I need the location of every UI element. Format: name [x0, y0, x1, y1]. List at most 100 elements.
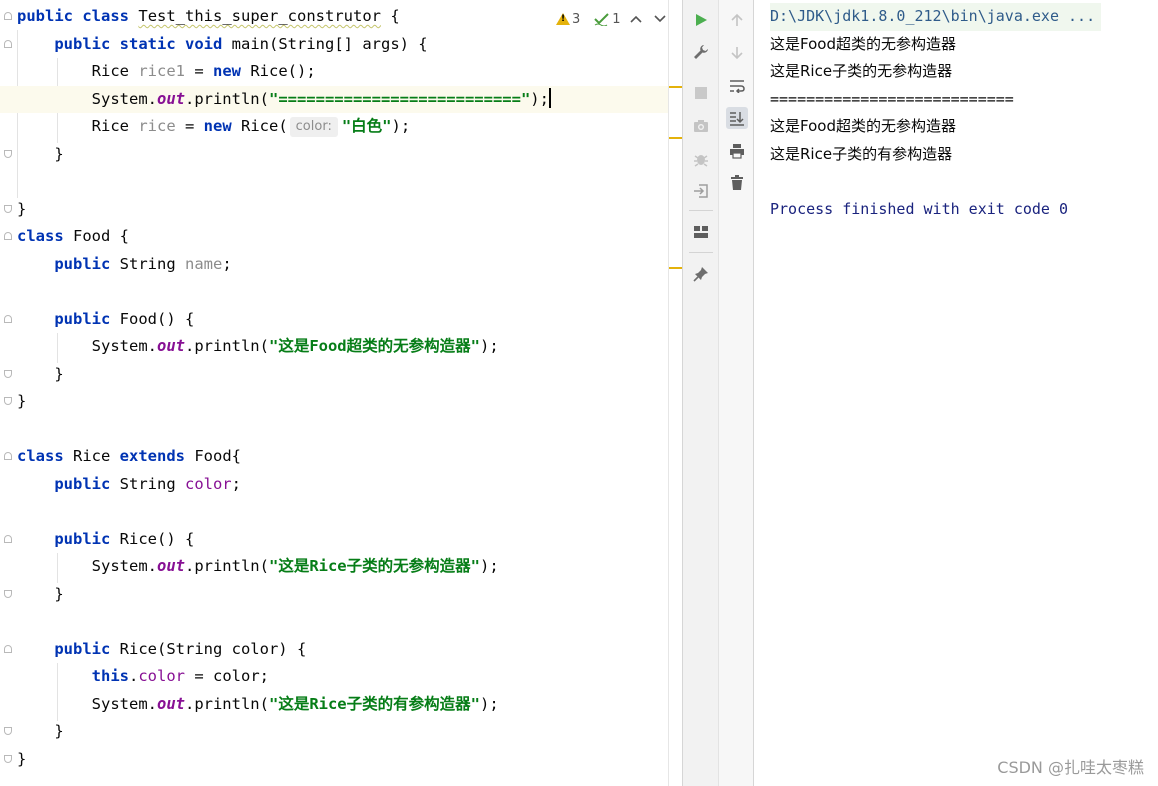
exit-button[interactable]	[690, 180, 712, 202]
code-line[interactable]: public static void main(String[] args) {	[0, 31, 668, 59]
process-finished-line: Process finished with exit code 0	[770, 199, 1069, 218]
next-occurrence-button[interactable]	[726, 42, 748, 64]
warning-marker[interactable]	[669, 267, 683, 269]
clear-all-button[interactable]	[726, 172, 748, 194]
layout-icon	[694, 226, 708, 238]
code-text: }	[17, 392, 27, 410]
code-text: }	[54, 144, 64, 163]
console-line: 这是Food超类的无参构造器	[770, 117, 956, 135]
unused-field: name	[184, 254, 223, 273]
code-line[interactable]: public String color;	[0, 471, 668, 499]
code-line[interactable]: class Food {	[0, 223, 668, 251]
restore-layout-button[interactable]	[690, 148, 712, 170]
code-text: Rice(	[231, 117, 288, 135]
keyword: public	[54, 639, 111, 658]
current-code-line[interactable]: System.out.println("====================…	[0, 85, 668, 113]
toolbar-separator	[689, 252, 713, 253]
next-highlight-button[interactable]	[651, 11, 668, 27]
run-icon	[696, 14, 707, 26]
code-line[interactable]: System.out.println("这是Food超类的无参构造器");	[0, 333, 668, 361]
code-line[interactable]: }	[0, 581, 668, 609]
code-line[interactable]: }	[0, 196, 668, 224]
code-line[interactable]: }	[0, 361, 668, 389]
code-text: Rice	[91, 62, 139, 80]
error-stripe[interactable]	[668, 0, 683, 786]
keyword: public	[54, 254, 111, 273]
console-output[interactable]: D:\JDK\jdk1.8.0_212\bin\java.exe ... 这是F…	[754, 0, 1158, 786]
arrow-up-icon	[731, 13, 743, 26]
warning-marker[interactable]	[669, 86, 683, 88]
code-line[interactable]: Rice rice1 = new Rice();	[0, 58, 668, 86]
console-toolbar	[718, 0, 754, 786]
layout-button[interactable]	[690, 221, 712, 243]
code-line[interactable]: System.out.println("这是Rice子类的有参构造器");	[0, 691, 668, 719]
code-text: System.	[91, 337, 157, 355]
code-text: System.	[91, 694, 157, 713]
code-line[interactable]: public Rice() {	[0, 526, 668, 554]
code-text: Food{	[185, 447, 241, 465]
inspection-widget[interactable]: 3 1	[556, 8, 668, 30]
code-line[interactable]: }	[0, 141, 668, 169]
debug-icon	[694, 155, 708, 167]
pin-icon	[693, 267, 708, 282]
arrow-down-icon	[731, 47, 743, 60]
code-text: Rice	[91, 117, 139, 135]
code-line[interactable]: }	[0, 388, 668, 416]
warnings-count: 3	[572, 11, 581, 27]
console-command-line[interactable]: D:\JDK\jdk1.8.0_212\bin\java.exe ...	[770, 3, 1102, 31]
previous-highlight-button[interactable]	[627, 11, 645, 27]
keyword: extends	[119, 447, 185, 465]
static-field: out	[156, 557, 185, 575]
code-text: Food() {	[110, 309, 195, 328]
code-line[interactable]: public Rice(String color) {	[0, 636, 668, 664]
code-text: Rice() {	[110, 529, 195, 548]
rerun-button[interactable]	[690, 9, 712, 31]
warning-marker[interactable]	[669, 137, 683, 139]
code-line[interactable]: System.out.println("这是Rice子类的无参构造器");	[0, 553, 668, 581]
code-text: = color;	[185, 667, 269, 685]
keyword: new	[213, 62, 241, 80]
print-icon	[730, 144, 744, 159]
code-line[interactable]: class Rice extends Food{	[0, 443, 668, 471]
stop-button[interactable]	[690, 82, 712, 104]
code-text: );	[391, 117, 411, 135]
static-field: out	[156, 694, 185, 713]
previous-occurrence-button[interactable]	[726, 9, 748, 31]
keyword: this	[91, 667, 129, 685]
code-editor[interactable]: public class Test_this_super_construtor …	[0, 0, 668, 786]
code-line[interactable]: this.color = color;	[0, 663, 668, 691]
code-text: }	[54, 584, 64, 603]
code-text: );	[479, 337, 499, 355]
code-text: Rice();	[241, 62, 316, 80]
console-line: ===========================	[770, 89, 1014, 108]
code-line[interactable]: }	[0, 746, 668, 774]
code-line[interactable]: }	[0, 718, 668, 746]
code-line[interactable]: public Food() {	[0, 306, 668, 334]
keyword: class	[17, 447, 64, 465]
warnings-indicator[interactable]: 3	[556, 12, 580, 27]
parameter-hint: color:	[289, 117, 338, 137]
keyword: class	[17, 227, 64, 245]
camera-icon	[694, 120, 708, 132]
pin-tab-button[interactable]	[690, 263, 712, 285]
stop-icon	[695, 87, 707, 99]
scroll-to-end-button[interactable]	[726, 107, 748, 129]
print-button[interactable]	[726, 140, 748, 162]
weak-warnings-indicator[interactable]: 1	[594, 11, 621, 27]
soft-wrap-button[interactable]	[726, 75, 748, 97]
console-line: 这是Rice子类的有参构造器	[770, 144, 953, 163]
string-literal: "白色"	[341, 117, 392, 135]
watermark: CSDN @扎哇太枣糕	[997, 758, 1144, 777]
code-text: }	[54, 364, 64, 383]
soft-wrap-icon	[730, 80, 745, 93]
code-line[interactable]: public String name;	[0, 251, 668, 279]
field-name: color	[184, 474, 232, 493]
settings-button[interactable]	[690, 41, 712, 63]
weak-warnings-count: 1	[612, 11, 621, 27]
string-literal: "这是Food超类的无参构造器"	[268, 337, 480, 355]
wrench-icon	[694, 45, 708, 59]
code-text: }	[17, 749, 27, 768]
dump-threads-button[interactable]	[690, 115, 712, 137]
keyword: public	[54, 529, 111, 548]
code-line[interactable]: Rice rice = new Rice(color: "白色");	[0, 113, 668, 141]
